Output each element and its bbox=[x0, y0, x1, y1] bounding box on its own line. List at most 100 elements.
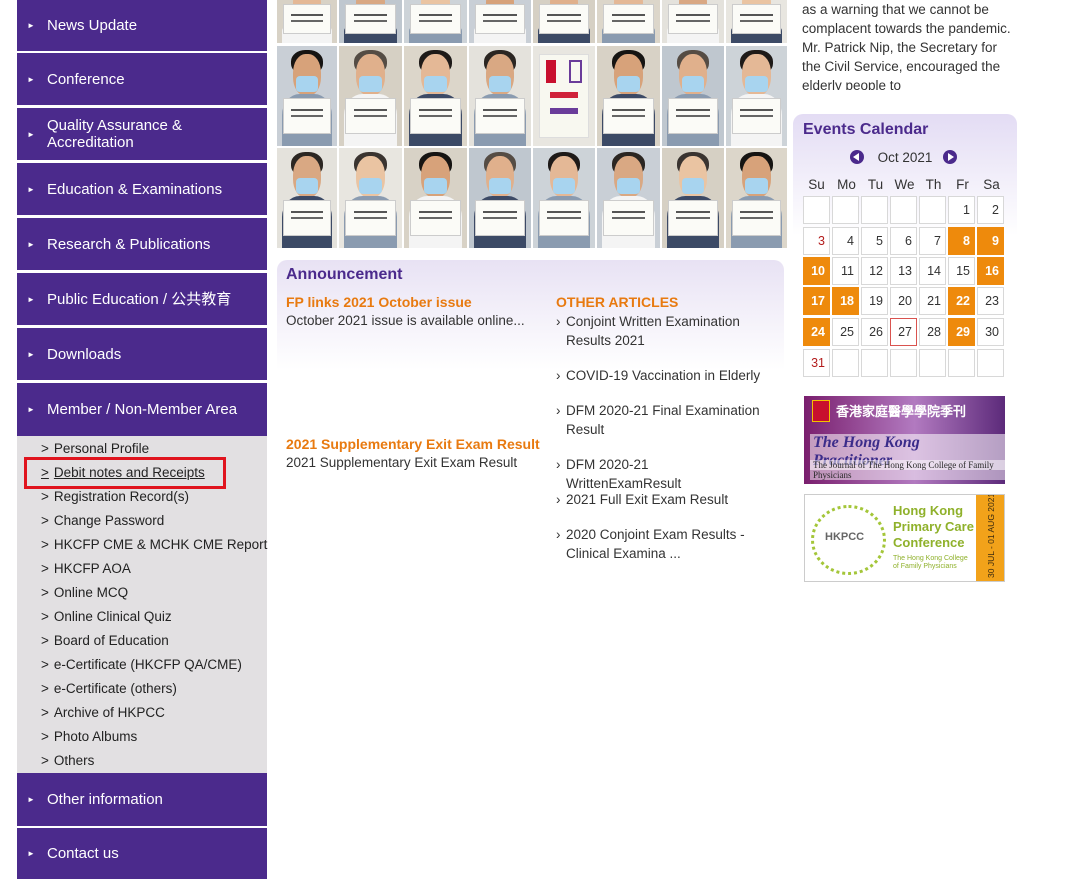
article-dfm-final-result[interactable]: › DFM 2020-21 Final Examination Result bbox=[556, 401, 766, 439]
calendar-day[interactable]: 7 bbox=[919, 227, 946, 255]
submenu-arrow: > bbox=[41, 729, 49, 744]
submenu-arrow: > bbox=[41, 585, 49, 600]
nav-education-examinations[interactable]: ► Education & Examinations bbox=[17, 163, 267, 215]
calendar-weekday: We bbox=[894, 177, 915, 192]
nav-quality-assurance[interactable]: ► Quality Assurance & Accreditation bbox=[17, 108, 267, 160]
submenu-label: Change Password bbox=[53, 513, 165, 528]
nav-label: Conference bbox=[47, 70, 125, 88]
calendar-day[interactable]: 4 bbox=[832, 227, 859, 255]
hkpcc-banner[interactable]: HKPCC Hong Kong Primary Care Conference … bbox=[804, 494, 1005, 582]
supplementary-exam-title[interactable]: 2021 Supplementary Exit Exam Result bbox=[286, 436, 540, 452]
article-dfm-written-result[interactable]: › DFM 2020-21 WrittenExamResult bbox=[556, 455, 766, 493]
submenu-registration-record[interactable]: > Registration Record(s) bbox=[41, 489, 189, 504]
submenu-photo-albums[interactable]: > Photo Albums bbox=[41, 729, 137, 744]
submenu-online-clinical-quiz[interactable]: > Online Clinical Quiz bbox=[41, 609, 172, 624]
submenu-cme-report[interactable]: > HKCFP CME & MCHK CME Report bbox=[41, 537, 267, 552]
calendar-day[interactable]: 5 bbox=[861, 227, 888, 255]
submenu-label: Personal Profile bbox=[53, 441, 150, 456]
calendar-day[interactable]: 12 bbox=[861, 257, 888, 285]
article-conjoint-written-results[interactable]: › Conjoint Written Examination Results 20… bbox=[556, 312, 766, 350]
calendar-day[interactable]: 19 bbox=[861, 287, 888, 315]
submenu-hkcfp-aoa[interactable]: > HKCFP AOA bbox=[41, 561, 131, 576]
nav-news-update[interactable]: ► News Update bbox=[17, 0, 267, 51]
nav-bullet-icon: ► bbox=[27, 239, 35, 249]
calendar-day[interactable]: 26 bbox=[861, 318, 888, 346]
calendar-day[interactable]: 25 bbox=[832, 318, 859, 346]
article-conjoint-clinical[interactable]: › 2020 Conjoint Exam Results - Clinical E… bbox=[556, 525, 766, 563]
calendar-day[interactable]: 22 bbox=[948, 287, 975, 315]
submenu-e-certificate-others[interactable]: > e-Certificate (others) bbox=[41, 681, 177, 696]
article-arrow-icon: › bbox=[556, 492, 561, 507]
calendar-day[interactable]: 14 bbox=[919, 257, 946, 285]
submenu-arrow: > bbox=[41, 513, 49, 528]
calendar-day[interactable]: 24 bbox=[803, 318, 830, 346]
calendar-day[interactable]: 31 bbox=[803, 349, 830, 377]
calendar-day[interactable]: 20 bbox=[890, 287, 917, 315]
article-label: Conjoint Written Examination Results 202… bbox=[566, 314, 740, 348]
fp-links-title[interactable]: FP links 2021 October issue bbox=[286, 294, 472, 310]
submenu-board-of-education[interactable]: > Board of Education bbox=[41, 633, 169, 648]
calendar-day[interactable]: 15 bbox=[948, 257, 975, 285]
calendar-day[interactable]: 13 bbox=[890, 257, 917, 285]
nav-research-publications[interactable]: ► Research & Publications bbox=[17, 218, 267, 270]
submenu-change-password[interactable]: > Change Password bbox=[41, 513, 164, 528]
submenu-online-mcq[interactable]: > Online MCQ bbox=[41, 585, 128, 600]
staff-photo bbox=[469, 46, 531, 146]
other-articles-title: OTHER ARTICLES bbox=[556, 294, 679, 310]
calendar-day[interactable]: 23 bbox=[977, 287, 1004, 315]
calendar-day[interactable]: 6 bbox=[890, 227, 917, 255]
submenu-archive-hkpcc[interactable]: > Archive of HKPCC bbox=[41, 705, 165, 720]
staff-photo bbox=[726, 46, 787, 146]
calendar-day[interactable]: 2 bbox=[977, 196, 1004, 224]
calendar-day[interactable]: 18 bbox=[832, 287, 859, 315]
submenu-arrow: > bbox=[41, 609, 49, 624]
submenu-others[interactable]: > Others bbox=[41, 753, 94, 768]
calendar-day[interactable]: 8 bbox=[948, 227, 975, 255]
calendar-weekday: Mo bbox=[837, 177, 856, 192]
calendar-empty-cell bbox=[832, 196, 859, 224]
nav-label: Member / Non-Member Area bbox=[47, 401, 238, 418]
submenu-label: Board of Education bbox=[53, 633, 169, 648]
calendar-day[interactable]: 3 bbox=[803, 227, 830, 255]
staff-photo bbox=[469, 0, 531, 43]
article-label: COVID-19 Vaccination in Elderly bbox=[566, 368, 761, 383]
calendar-day[interactable]: 10 bbox=[803, 257, 830, 285]
staff-photo-collage[interactable] bbox=[277, 0, 787, 248]
nav-contact-us[interactable]: ► Contact us bbox=[17, 828, 267, 879]
college-crest-icon bbox=[812, 400, 830, 422]
calendar-empty-cell bbox=[832, 349, 859, 377]
nav-label: Contact us bbox=[47, 845, 119, 862]
calendar-day[interactable]: 21 bbox=[919, 287, 946, 315]
nav-member-area[interactable]: ► Member / Non-Member Area bbox=[17, 383, 267, 436]
calendar-day[interactable]: 17 bbox=[803, 287, 830, 315]
calendar-day[interactable]: 30 bbox=[977, 318, 1004, 346]
nav-other-information[interactable]: ► Other information bbox=[17, 773, 267, 826]
article-full-exit-exam[interactable]: › 2021 Full Exit Exam Result bbox=[556, 490, 766, 509]
calendar-day[interactable]: 16 bbox=[977, 257, 1004, 285]
calendar-day[interactable]: 9 bbox=[977, 227, 1004, 255]
nav-conference[interactable]: ► Conference bbox=[17, 53, 267, 105]
hkpcc-dates: 30 JUL - 01 AUG 2021 FRI - SUN bbox=[986, 494, 996, 578]
nav-downloads[interactable]: ► Downloads bbox=[17, 328, 267, 380]
article-covid-vaccination[interactable]: › COVID-19 Vaccination in Elderly bbox=[556, 366, 766, 385]
calendar-day[interactable]: 27 bbox=[890, 318, 917, 346]
calendar-empty-cell bbox=[977, 349, 1004, 377]
submenu-personal-profile[interactable]: > Personal Profile bbox=[41, 441, 149, 456]
nav-public-education[interactable]: ► Public Education / 公共教育 bbox=[17, 273, 267, 325]
calendar-day[interactable]: 11 bbox=[832, 257, 859, 285]
highlight-box bbox=[24, 457, 226, 489]
hkpcc-title-line: Conference bbox=[893, 535, 965, 550]
stay-home-poster bbox=[539, 54, 589, 138]
hk-practitioner-banner[interactable]: 香港家庭醫學學院季刊 The Hong Kong Practitioner Th… bbox=[804, 396, 1005, 484]
next-month-icon[interactable] bbox=[943, 150, 957, 164]
submenu-e-certificate-qa-cme[interactable]: > e-Certificate (HKCFP QA/CME) bbox=[41, 657, 242, 672]
calendar-day[interactable]: 28 bbox=[919, 318, 946, 346]
calendar-day[interactable]: 1 bbox=[948, 196, 975, 224]
hkpcc-title-line: Hong Kong bbox=[893, 503, 964, 518]
calendar-day[interactable]: 29 bbox=[948, 318, 975, 346]
hkpcc-dates-strip: 30 JUL - 01 AUG 2021 FRI - SUN bbox=[976, 495, 1004, 581]
article-label: DFM 2020-21 WrittenExamResult bbox=[566, 457, 682, 491]
calendar-empty-cell bbox=[861, 349, 888, 377]
member-submenu: > Personal Profile > Debit notes and Recei… bbox=[17, 436, 267, 773]
nav-bullet-icon: ► bbox=[27, 405, 35, 414]
